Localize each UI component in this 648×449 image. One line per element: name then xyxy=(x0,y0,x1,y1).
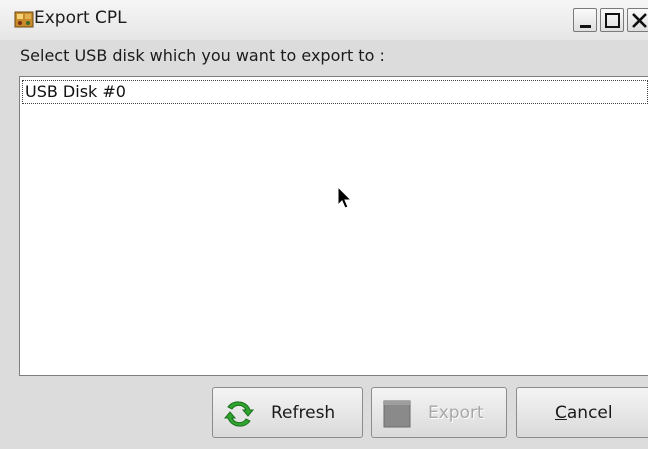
maximize-icon xyxy=(605,13,620,28)
close-button[interactable] xyxy=(627,8,648,32)
minimize-icon xyxy=(580,25,591,28)
maximize-button[interactable] xyxy=(600,8,624,32)
title-bar[interactable]: Export CPL xyxy=(0,0,648,40)
cancel-label: Cancel xyxy=(555,402,613,424)
refresh-icon xyxy=(223,401,255,427)
close-icon xyxy=(632,13,647,28)
export-app-icon xyxy=(14,11,34,28)
refresh-label: Refresh xyxy=(271,403,336,423)
list-item-usb-disk-0[interactable]: USB Disk #0 xyxy=(22,80,648,104)
instruction-label: Select USB disk which you want to export… xyxy=(20,46,385,65)
export-label: Export xyxy=(428,403,484,423)
cancel-mnemonic: C xyxy=(555,403,567,423)
export-button[interactable]: Export xyxy=(371,387,507,438)
export-cpl-dialog: Export CPL Select USB disk which you wan… xyxy=(0,0,648,449)
usb-disk-list[interactable]: USB Disk #0 xyxy=(19,76,648,376)
cancel-button[interactable]: Cancel xyxy=(516,387,648,438)
cancel-label-rest: ancel xyxy=(566,403,613,423)
mouse-pointer-icon xyxy=(337,186,353,209)
export-icon xyxy=(383,400,411,428)
minimize-button[interactable] xyxy=(573,8,597,32)
refresh-button[interactable]: Refresh xyxy=(212,387,363,438)
window-title: Export CPL xyxy=(34,8,127,28)
